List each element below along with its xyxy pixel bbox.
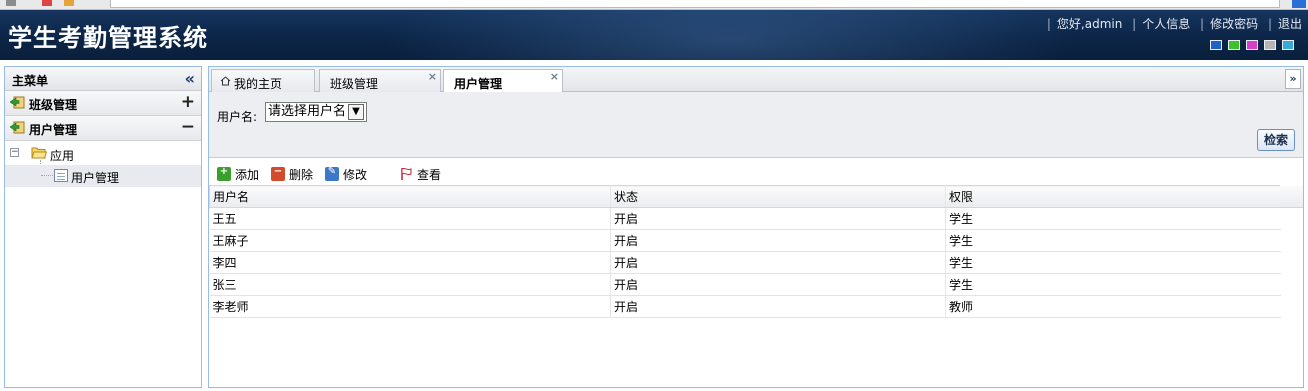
- folder-open-icon: [31, 147, 47, 159]
- theme-swatch-pink[interactable]: [1246, 40, 1258, 50]
- cell-username: 王五: [209, 207, 611, 230]
- sidebar-section-label: 用户管理: [29, 123, 78, 137]
- cell-username: 王麻子: [209, 229, 611, 252]
- page-icon: [54, 169, 68, 182]
- flag-icon: [401, 167, 412, 180]
- expand-icon[interactable]: +: [181, 92, 195, 112]
- view-label: 查看: [417, 167, 442, 182]
- table-row[interactable]: 王麻子 开启 学生: [209, 229, 1281, 252]
- cell-status: 开启: [610, 207, 946, 230]
- delete-label: 删除: [289, 167, 314, 182]
- username-select[interactable]: 请选择用户名 ▼: [265, 102, 368, 122]
- theme-switcher: [1210, 40, 1294, 50]
- cell-status: 开启: [610, 229, 946, 252]
- table-row[interactable]: 李老师 开启 教师: [209, 295, 1281, 318]
- app-title: 学生考勤管理系统: [8, 24, 208, 52]
- double-chevron-left-icon[interactable]: «: [185, 69, 195, 88]
- back-icon[interactable]: [6, 0, 16, 6]
- cell-permission: 学生: [945, 229, 1281, 252]
- cell-status: 开启: [610, 273, 946, 296]
- theme-swatch-gray[interactable]: [1264, 40, 1276, 50]
- sidebar-section-user-management[interactable]: 用户管理 −: [5, 116, 201, 141]
- cell-permission: 学生: [945, 273, 1281, 296]
- cell-permission: 教师: [945, 295, 1281, 318]
- tab-label: 用户管理: [454, 77, 503, 91]
- cell-permission: 学生: [945, 251, 1281, 274]
- theme-swatch-cyan[interactable]: [1282, 40, 1294, 50]
- module-arrow-icon: [10, 121, 25, 134]
- reload-icon[interactable]: [64, 0, 74, 6]
- logout-link[interactable]: 退出: [1278, 17, 1302, 31]
- tab-list-menu-icon[interactable]: »: [1285, 69, 1301, 89]
- column-header-permission[interactable]: 权限: [945, 185, 1281, 208]
- profile-link[interactable]: 个人信息: [1142, 17, 1190, 31]
- cell-permission: 学生: [945, 207, 1281, 230]
- change-password-link[interactable]: 修改密码: [1210, 17, 1258, 31]
- tree-node-user-management[interactable]: 用户管理: [5, 165, 201, 187]
- grid-header-row: 用户名 状态 权限: [209, 185, 1281, 208]
- tree-node-app[interactable]: − 应用: [5, 143, 201, 174]
- delete-icon: −: [271, 166, 285, 181]
- tab-home[interactable]: 我的主页: [211, 69, 315, 92]
- home-icon: [220, 76, 231, 86]
- username-select-value: 请选择用户名: [268, 104, 347, 119]
- table-row[interactable]: 王五 开启 学生: [209, 207, 1281, 230]
- cell-username: 张三: [209, 273, 611, 296]
- tab-label: 我的主页: [234, 77, 283, 91]
- theme-swatch-blue[interactable]: [1210, 40, 1222, 50]
- close-icon[interactable]: ×: [550, 70, 559, 83]
- column-header-username[interactable]: 用户名: [209, 185, 611, 208]
- sidebar-title: 主菜单: [12, 74, 49, 88]
- view-button[interactable]: 查看: [399, 165, 441, 183]
- tree-node-label: 用户管理: [71, 171, 120, 185]
- add-label: 添加: [235, 167, 260, 182]
- tab-user-management[interactable]: 用户管理 ×: [443, 69, 563, 93]
- edit-label: 修改: [343, 167, 368, 182]
- search-panel: 用户名: 请选择用户名 ▼ 检索: [209, 92, 1303, 158]
- column-header-status[interactable]: 状态: [610, 185, 946, 208]
- stop-icon[interactable]: [42, 0, 52, 6]
- tab-label: 班级管理: [330, 77, 379, 91]
- grid-toolbar: + 添加 − 删除 ✎ 修改 查看: [209, 161, 1303, 185]
- edit-button[interactable]: ✎ 修改: [325, 165, 367, 183]
- collapse-icon[interactable]: −: [181, 117, 195, 137]
- app-header: 学生考勤管理系统 | 您好,admin | 个人信息 | 修改密码 | 退出: [0, 10, 1308, 60]
- sidebar-section-label: 班级管理: [29, 98, 78, 112]
- user-grid: 用户名 状态 权限 王五 开启 学生 王麻子 开启 学生 李四 开启 学生 张三…: [209, 185, 1281, 318]
- cell-username: 李四: [209, 251, 611, 274]
- cell-status: 开启: [610, 295, 946, 318]
- main-panel: 我的主页 班级管理 × 用户管理 × » 用户名: 请选择用户名 ▼ 检索 + …: [208, 66, 1304, 388]
- username-label: 用户名:: [217, 110, 258, 124]
- add-icon: +: [217, 166, 231, 181]
- close-icon[interactable]: ×: [428, 70, 437, 83]
- table-row[interactable]: 李四 开启 学生: [209, 251, 1281, 274]
- sidebar-section-class-management[interactable]: 班级管理 +: [5, 91, 201, 116]
- search-button[interactable]: 检索: [1257, 129, 1295, 151]
- address-bar[interactable]: [110, 0, 1280, 8]
- tree-node-label: 应用: [50, 149, 75, 163]
- tab-class-management[interactable]: 班级管理 ×: [319, 69, 441, 92]
- browser-chrome: [0, 0, 1308, 10]
- sidebar: 主菜单 « 班级管理 + 用户管理 − − 应用 用户管理: [4, 66, 202, 388]
- delete-button[interactable]: − 删除: [271, 165, 313, 183]
- cell-username: 李老师: [209, 295, 611, 318]
- chevron-down-icon[interactable]: ▼: [348, 104, 365, 120]
- top-links: | 您好,admin | 个人信息 | 修改密码 | 退出: [1046, 17, 1302, 31]
- tree-collapse-icon[interactable]: −: [10, 148, 19, 157]
- sidebar-header: 主菜单 «: [5, 67, 201, 91]
- menu-tree: − 应用 用户管理: [5, 141, 201, 391]
- tab-bar: 我的主页 班级管理 × 用户管理 × »: [209, 67, 1303, 93]
- add-button[interactable]: + 添加: [217, 165, 259, 183]
- table-row[interactable]: 张三 开启 学生: [209, 273, 1281, 296]
- theme-swatch-green[interactable]: [1228, 40, 1240, 50]
- cell-status: 开启: [610, 251, 946, 274]
- extension-icon[interactable]: [1292, 0, 1306, 8]
- edit-icon: ✎: [325, 166, 339, 181]
- module-arrow-icon: [10, 96, 25, 109]
- greeting-link[interactable]: 您好,admin: [1057, 17, 1122, 31]
